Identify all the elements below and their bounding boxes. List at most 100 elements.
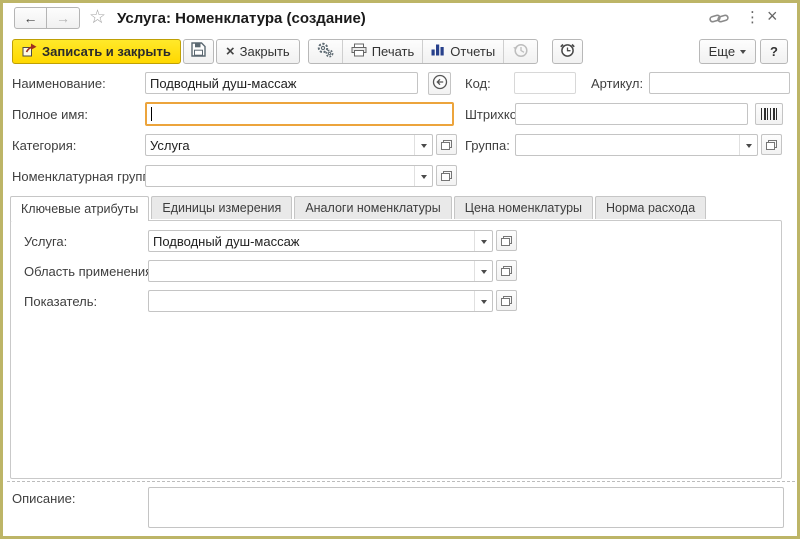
tab-bar: Ключевые атрибуты Единицы измерения Анал…: [10, 196, 706, 221]
description-label: Описание:: [12, 491, 75, 506]
gears-icon: [317, 42, 334, 61]
service-input[interactable]: [149, 231, 474, 251]
toolbar: Записать и закрыть × Закрыть Печать: [9, 38, 791, 64]
scan-barcode-button[interactable]: [755, 103, 783, 125]
reports-label: Отчеты: [450, 44, 495, 59]
article-input[interactable]: [649, 72, 790, 94]
section-divider: [7, 481, 795, 482]
open-window-icon: [501, 266, 512, 276]
print-label: Печать: [372, 44, 415, 59]
text-caret: [151, 107, 152, 121]
save-and-close-label: Записать и закрыть: [42, 44, 171, 59]
category-label: Категория:: [12, 138, 76, 153]
nav-history-group: ← →: [14, 7, 80, 29]
close-form-button[interactable]: × Закрыть: [216, 39, 300, 64]
nomen-group-combobox: [145, 165, 433, 187]
more-button[interactable]: Еще: [699, 39, 756, 64]
scope-dropdown-button[interactable]: [474, 261, 492, 281]
code-label: Код:: [465, 76, 491, 91]
history-button: [503, 40, 537, 63]
service-combobox: [148, 230, 493, 252]
open-window-icon: [501, 236, 512, 246]
tab-key-attributes[interactable]: Ключевые атрибуты: [10, 196, 149, 221]
category-combobox: [145, 134, 433, 156]
scope-label: Область применения:: [24, 264, 156, 279]
code-input[interactable]: [514, 72, 576, 94]
indicator-dropdown-button[interactable]: [474, 291, 492, 311]
group-open-button[interactable]: [761, 134, 782, 155]
open-window-icon: [441, 171, 452, 181]
close-form-label: Закрыть: [240, 44, 290, 59]
chevron-down-icon: [481, 240, 487, 247]
scope-open-button[interactable]: [496, 260, 517, 281]
tab-consumption-rate[interactable]: Норма расхода: [595, 196, 706, 219]
alarm-clock-icon: [559, 41, 576, 61]
barcode-icon: [761, 108, 777, 120]
forward-arrow-icon[interactable]: →: [47, 7, 80, 29]
service-form-window: ← → ☆ Услуга: Номенклатура (создание) ⋮ …: [0, 0, 800, 539]
service-label: Услуга:: [24, 234, 67, 249]
nomen-group-label: Номенклатурная группа:: [12, 169, 160, 184]
group-input[interactable]: [516, 135, 739, 155]
name-label: Наименование:: [12, 76, 106, 91]
link-icon[interactable]: [709, 12, 729, 30]
save-close-icon: [22, 43, 37, 60]
close-x-icon: ×: [226, 44, 235, 59]
close-icon[interactable]: ×: [767, 6, 778, 27]
indicator-combobox: [148, 290, 493, 312]
tab-analogs[interactable]: Аналоги номенклатуры: [294, 196, 451, 219]
category-input[interactable]: [146, 135, 414, 155]
service-dropdown-button[interactable]: [474, 231, 492, 251]
barcode-input[interactable]: [515, 103, 748, 125]
service-open-button[interactable]: [496, 230, 517, 251]
parameters-button[interactable]: [309, 40, 342, 63]
description-textarea[interactable]: [148, 487, 784, 528]
reminder-button[interactable]: [552, 39, 583, 64]
indicator-label: Показатель:: [24, 294, 97, 309]
indicator-input[interactable]: [149, 291, 474, 311]
chevron-down-icon: [740, 50, 746, 57]
tab-units[interactable]: Единицы измерения: [151, 196, 292, 219]
chevron-down-icon: [421, 144, 427, 151]
kebab-menu-icon[interactable]: ⋮: [745, 8, 760, 26]
back-arrow-icon[interactable]: ←: [14, 7, 47, 29]
save-button[interactable]: [183, 39, 214, 64]
chevron-down-icon: [421, 175, 427, 182]
nomen-group-open-button[interactable]: [436, 165, 457, 186]
revert-name-button[interactable]: [428, 72, 451, 95]
full-name-label: Полное имя:: [12, 107, 88, 122]
name-input[interactable]: [145, 72, 418, 94]
scope-input[interactable]: [149, 261, 474, 281]
nomen-group-dropdown-button[interactable]: [414, 166, 432, 186]
article-label: Артикул:: [591, 76, 643, 91]
more-label: Еще: [709, 44, 735, 59]
page-title: Услуга: Номенклатура (создание): [117, 10, 366, 27]
chevron-down-icon: [746, 144, 752, 151]
help-button[interactable]: ?: [760, 39, 788, 64]
tab-price[interactable]: Цена номенклатуры: [454, 196, 593, 219]
printer-icon: [351, 43, 367, 60]
nomen-group-input[interactable]: [146, 166, 414, 186]
group-label: Группа:: [465, 138, 510, 153]
group-dropdown-button[interactable]: [739, 135, 757, 155]
scope-combobox: [148, 260, 493, 282]
floppy-save-icon: [191, 42, 206, 60]
chevron-down-icon: [481, 270, 487, 277]
history-clock-icon: [512, 42, 529, 61]
print-button[interactable]: Печать: [342, 40, 423, 63]
category-dropdown-button[interactable]: [414, 135, 432, 155]
chevron-down-icon: [481, 300, 487, 307]
open-window-icon: [766, 140, 777, 150]
reports-button[interactable]: Отчеты: [422, 40, 503, 63]
bar-chart-icon: [431, 43, 445, 59]
open-window-icon: [501, 296, 512, 306]
actions-button-group: Печать Отчеты: [308, 39, 539, 64]
full-name-input[interactable]: [145, 102, 454, 126]
indicator-open-button[interactable]: [496, 290, 517, 311]
tab-panel: [10, 220, 782, 479]
favorite-star-icon[interactable]: ☆: [89, 6, 106, 29]
open-window-icon: [441, 140, 452, 150]
circle-back-arrow-icon: [432, 74, 448, 93]
save-and-close-button[interactable]: Записать и закрыть: [12, 39, 181, 64]
category-open-button[interactable]: [436, 134, 457, 155]
